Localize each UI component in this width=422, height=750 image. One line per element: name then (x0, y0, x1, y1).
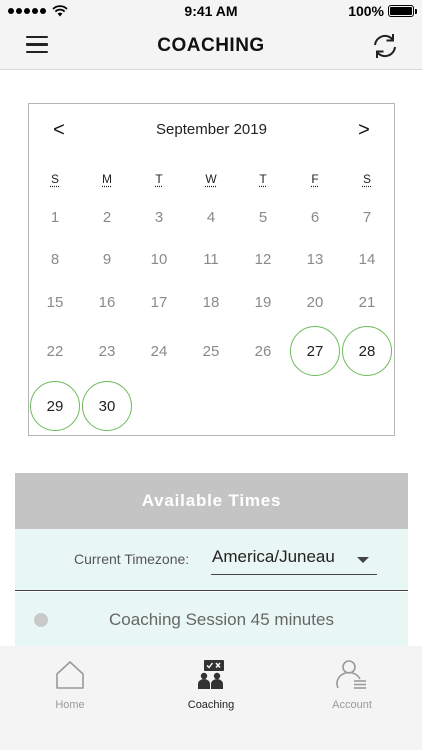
calendar-day: 26 (254, 342, 272, 360)
tab-home-label: Home (55, 699, 85, 711)
tab-bar: Home Coaching Account (0, 646, 422, 750)
status-bar: 9:41 AM 100% (0, 0, 422, 22)
calendar-day: 25 (202, 342, 220, 360)
calendar-day: 19 (254, 293, 272, 311)
sync-arrows-icon[interactable] (370, 31, 400, 61)
status-right: 100% (348, 3, 417, 19)
weekday-label: S (362, 172, 371, 186)
signal-strength-icon (8, 8, 46, 14)
calendar-header: < September 2019 > (29, 118, 394, 142)
caret-down-icon (357, 557, 369, 563)
session-label: Coaching Session 45 minutes (109, 610, 334, 629)
battery-percentage: 100% (348, 3, 384, 19)
status-left (8, 5, 68, 17)
timezone-select[interactable]: America/Juneau (211, 543, 377, 575)
navigation-bar: COACHING (0, 22, 422, 70)
coaching-icon (198, 660, 224, 689)
calendar-month-label: September 2019 (156, 121, 267, 138)
calendar-day: 20 (306, 293, 324, 311)
calendar-day: 18 (202, 293, 220, 311)
calendar-day-available[interactable]: 29 (30, 381, 80, 431)
timezone-value: America/Juneau (212, 547, 335, 566)
timezone-label: Current Timezone: (74, 551, 190, 567)
weekday-label: W (205, 172, 217, 186)
home-icon (56, 661, 84, 689)
tab-account[interactable]: Account (282, 646, 422, 750)
tab-account-label: Account (332, 699, 372, 711)
account-icon (336, 660, 366, 689)
weekday-label: M (102, 172, 112, 186)
next-month-button[interactable]: > (352, 118, 376, 142)
tab-coaching-label: Coaching (187, 699, 235, 711)
calendar-day: 24 (150, 342, 168, 360)
battery-icon (388, 5, 417, 17)
tab-home[interactable]: Home (0, 646, 140, 750)
available-times-header: Available Times (15, 473, 408, 529)
calendar: < September 2019 > SMTWTFS 1 2 3 4 5 6 7 8 9 10 11… (28, 103, 395, 436)
calendar-day: 21 (358, 293, 376, 311)
calendar-day-available[interactable]: 28 (342, 326, 392, 376)
page-title: COACHING (157, 34, 265, 56)
tab-coaching[interactable]: Coaching (141, 646, 281, 750)
hamburger-menu-icon[interactable] (26, 36, 48, 54)
calendar-day: 17 (150, 293, 168, 311)
calendar-day-available[interactable]: 30 (82, 381, 132, 431)
calendar-day: 23 (98, 342, 116, 360)
calendar-day: 15 (46, 293, 64, 311)
session-option[interactable]: Coaching Session 45 minutes (15, 592, 408, 646)
weekday-label: F (311, 172, 319, 186)
timezone-row: Current Timezone: America/Juneau (15, 529, 408, 591)
weekday-label: T (259, 172, 267, 186)
weekday-label: T (155, 172, 163, 186)
calendar-day: 16 (98, 293, 116, 311)
wifi-icon (52, 5, 68, 17)
weekday-label: S (50, 172, 59, 186)
calendar-day: 22 (46, 342, 64, 360)
battery-fill (390, 7, 412, 15)
calendar-day-available[interactable]: 27 (290, 326, 340, 376)
